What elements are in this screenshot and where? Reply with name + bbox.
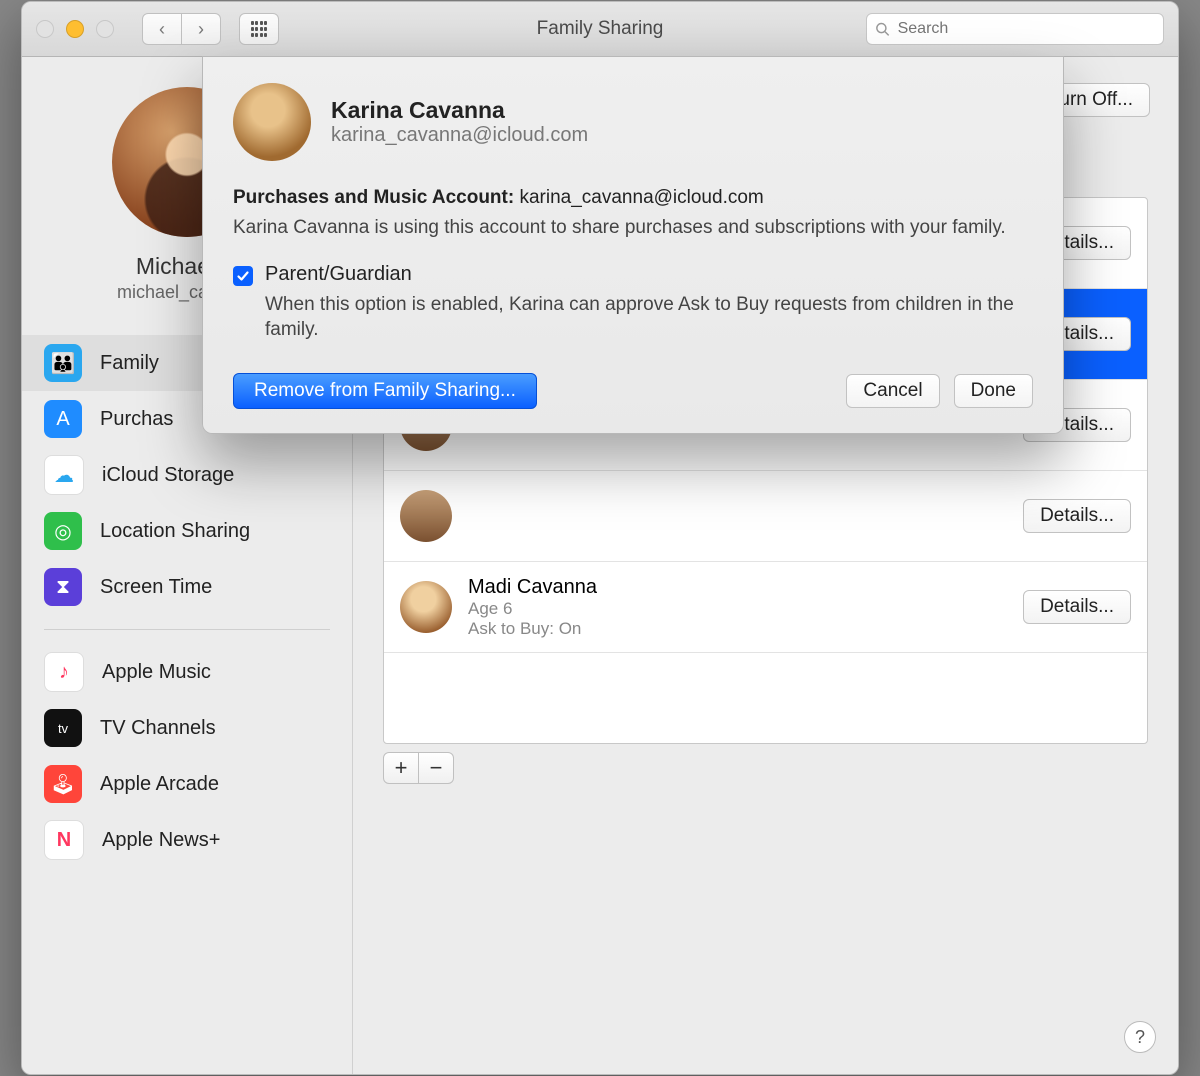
remove-member-button[interactable]: −: [419, 752, 454, 784]
sheet-member-email: karina_cavanna@icloud.com: [331, 124, 588, 147]
preferences-window: ‹ › Family Sharing Michael C michael_cav…: [21, 1, 1179, 1075]
done-button[interactable]: Done: [954, 374, 1033, 408]
grid-icon: [251, 21, 267, 37]
member-name: Madi Cavanna: [468, 576, 1007, 599]
purchases-title: Purchases and Music Account:: [233, 187, 514, 208]
search-icon: [875, 21, 890, 37]
checkmark-icon: [236, 269, 250, 283]
parent-guardian-description: When this option is enabled, Karina can …: [265, 292, 1033, 343]
sheet-header: Karina Cavanna karina_cavanna@icloud.com: [233, 83, 1033, 161]
tv-icon: tv: [44, 709, 82, 747]
back-button[interactable]: ‹: [142, 13, 182, 45]
details-button[interactable]: Details...: [1023, 499, 1131, 533]
close-window-button[interactable]: [36, 20, 54, 38]
titlebar: ‹ › Family Sharing: [22, 2, 1178, 57]
details-button[interactable]: Details...: [1023, 590, 1131, 624]
minimize-window-button[interactable]: [66, 20, 84, 38]
family-member-row-empty: [384, 653, 1147, 743]
sidebar-item-label: Apple Music: [102, 661, 211, 684]
hourglass-icon: ⧗: [44, 568, 82, 606]
sidebar-item-label: TV Channels: [100, 717, 216, 740]
sidebar-divider: [44, 629, 330, 630]
arcade-icon: 🕹: [44, 765, 82, 803]
sidebar-item-icloud-storage[interactable]: ☁︎ iCloud Storage: [22, 447, 352, 503]
window-controls: [36, 20, 114, 38]
purchases-description: Karina Cavanna is using this account to …: [233, 215, 1033, 241]
member-ask-to-buy: Ask to Buy: On: [468, 619, 1007, 639]
sidebar-item-label: iCloud Storage: [102, 464, 234, 487]
member-details-sheet: Karina Cavanna karina_cavanna@icloud.com…: [202, 56, 1064, 434]
sidebar-item-screen-time[interactable]: ⧗ Screen Time: [22, 559, 352, 615]
sidebar-item-tv-channels[interactable]: tv TV Channels: [22, 700, 352, 756]
family-member-row[interactable]: Madi Cavanna Age 6 Ask to Buy: On Detail…: [384, 562, 1147, 653]
purchases-account-email: karina_cavanna@icloud.com: [519, 187, 763, 208]
sidebar-item-label: Purchas: [100, 408, 173, 431]
sidebar-item-location-sharing[interactable]: ◎ Location Sharing: [22, 503, 352, 559]
list-edit-buttons: + −: [383, 752, 1148, 784]
zoom-window-button[interactable]: [96, 20, 114, 38]
remove-from-family-button[interactable]: Remove from Family Sharing...: [233, 373, 537, 409]
cancel-button[interactable]: Cancel: [846, 374, 939, 408]
chevron-right-icon: ›: [198, 19, 204, 40]
sidebar-item-label: Apple News+: [102, 829, 220, 852]
member-avatar: [400, 490, 452, 542]
parent-guardian-label: Parent/Guardian: [265, 263, 412, 286]
location-icon: ◎: [44, 512, 82, 550]
sidebar-item-apple-arcade[interactable]: 🕹 Apple Arcade: [22, 756, 352, 812]
sidebar-item-apple-news[interactable]: N Apple News+: [22, 812, 352, 868]
parent-guardian-row: Parent/Guardian: [233, 263, 1033, 286]
sheet-actions: Remove from Family Sharing... Cancel Don…: [233, 373, 1033, 409]
sidebar-item-label: Location Sharing: [100, 520, 250, 543]
search-field[interactable]: [866, 13, 1164, 45]
sidebar-item-label: Family: [100, 352, 159, 375]
forward-button[interactable]: ›: [182, 13, 221, 45]
nav-buttons: ‹ ›: [142, 13, 221, 45]
sidebar-item-label: Apple Arcade: [100, 773, 219, 796]
appstore-icon: A: [44, 400, 82, 438]
sheet-member-name: Karina Cavanna: [331, 97, 588, 124]
member-age: Age 6: [468, 599, 1007, 619]
sheet-avatar: [233, 83, 311, 161]
family-member-row[interactable]: Details...: [384, 471, 1147, 562]
purchases-section: Purchases and Music Account: karina_cava…: [233, 187, 1033, 241]
add-member-button[interactable]: +: [383, 752, 419, 784]
member-avatar: [400, 581, 452, 633]
help-button[interactable]: ?: [1124, 1021, 1156, 1053]
search-input[interactable]: [896, 19, 1155, 39]
chevron-left-icon: ‹: [159, 19, 165, 40]
parent-guardian-checkbox[interactable]: [233, 266, 253, 286]
news-icon: N: [44, 820, 84, 860]
sidebar-item-label: Screen Time: [100, 576, 212, 599]
music-icon: ♪: [44, 652, 84, 692]
sidebar-item-apple-music[interactable]: ♪ Apple Music: [22, 644, 352, 700]
show-all-button[interactable]: [239, 13, 279, 45]
cloud-icon: ☁︎: [44, 455, 84, 495]
family-icon: 👪: [44, 344, 82, 382]
